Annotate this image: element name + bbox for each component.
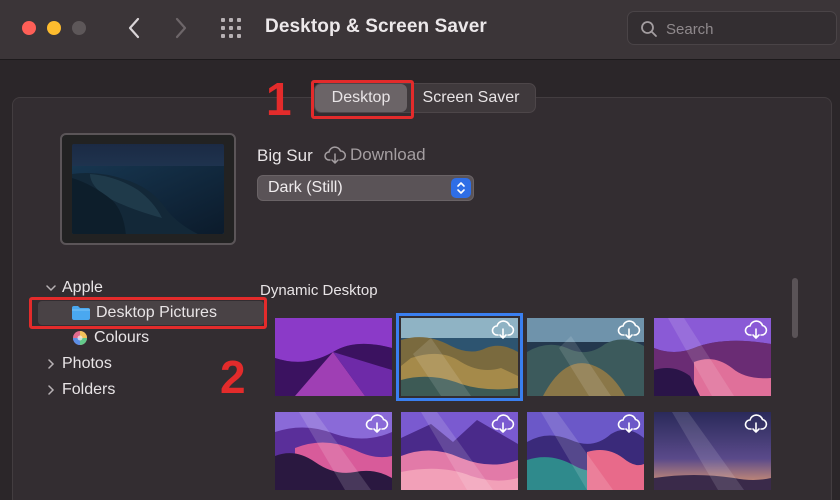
search-field[interactable] [627, 11, 837, 45]
sidebar-item-colours[interactable]: Colours [38, 326, 258, 350]
wallpaper-thumbnail[interactable] [527, 412, 644, 490]
search-input[interactable] [666, 18, 826, 40]
sidebar-item-label: Apple [62, 279, 103, 296]
annotation-highlight-desktop-tab [311, 80, 414, 119]
gallery-scrollbar[interactable] [792, 278, 798, 338]
zoom-window-button[interactable] [72, 21, 86, 35]
chevron-left-icon [128, 17, 140, 39]
window-title: Desktop & Screen Saver [265, 16, 487, 37]
chevron-right-icon [175, 17, 187, 39]
wallpaper-preview [60, 133, 236, 245]
sidebar-item-label: Folders [62, 381, 116, 398]
wallpaper-thumbnail[interactable] [654, 412, 771, 490]
forward-button[interactable] [168, 14, 194, 42]
cloud-download-icon [491, 414, 515, 433]
cloud-download-icon [617, 320, 641, 339]
cloud-download-icon [617, 414, 641, 433]
cloud-download-icon [744, 320, 768, 339]
wallpaper-thumbnail-selected[interactable] [396, 313, 523, 401]
wallpaper-name: Big Sur [257, 146, 313, 165]
minimize-window-button[interactable] [47, 21, 61, 35]
wallpaper-preview-image [72, 144, 224, 234]
wallpaper-thumbnail[interactable] [275, 412, 392, 490]
cloud-download-icon [324, 146, 346, 164]
title-bar: Desktop & Screen Saver [0, 0, 840, 60]
sidebar-item-label: Photos [62, 355, 112, 372]
annotation-highlight-desktop-pictures [29, 297, 267, 329]
select-stepper[interactable] [451, 178, 471, 198]
search-icon [641, 21, 657, 37]
annotation-number-2: 2 [220, 351, 246, 403]
show-all-grid-button[interactable] [221, 17, 245, 39]
chevron-right-icon [48, 385, 55, 395]
wallpaper-thumbnail[interactable] [275, 318, 392, 396]
color-wheel-icon [73, 331, 87, 345]
download-button[interactable]: Download [324, 145, 426, 165]
chevron-up-down-icon [457, 182, 465, 194]
tab-screen-saver[interactable]: Screen Saver [407, 84, 535, 112]
chevron-right-icon [48, 359, 55, 369]
gallery-section-title: Dynamic Desktop [260, 282, 378, 299]
download-label: Download [350, 145, 426, 164]
close-window-button[interactable] [22, 21, 36, 35]
cloud-download-icon [744, 414, 768, 433]
cloud-download-icon [365, 414, 389, 433]
appearance-mode-select[interactable]: Dark (Still) [257, 175, 474, 201]
chevron-down-icon [46, 285, 56, 292]
wallpaper-thumbnail[interactable] [527, 318, 644, 396]
wallpaper-thumbnail[interactable] [401, 412, 518, 490]
cloud-download-icon [491, 320, 515, 339]
back-button[interactable] [121, 14, 147, 42]
sidebar-item-label: Colours [94, 329, 150, 346]
appearance-mode-value: Dark (Still) [268, 179, 343, 196]
wallpaper-thumbnail[interactable] [654, 318, 771, 396]
annotation-number-1: 1 [266, 73, 292, 125]
